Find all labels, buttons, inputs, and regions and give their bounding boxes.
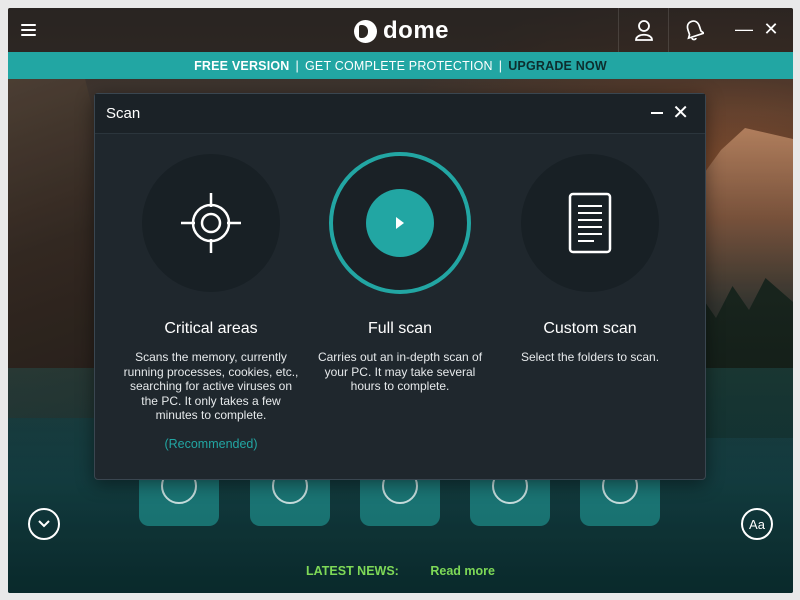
recommended-label: (Recommended) [164,436,258,451]
critical-areas-circle[interactable] [142,154,280,292]
user-button[interactable] [618,8,668,52]
text-size-button[interactable]: Aa [741,508,773,540]
logo-mark-icon [354,19,377,43]
font-size-icon: Aa [749,516,765,532]
window-close-button[interactable]: ✕ [762,19,780,39]
play-icon [396,217,404,229]
promo-separator: | [295,58,299,73]
option-title: Critical areas [164,320,258,337]
option-critical-areas[interactable]: Critical areas Scans the memory, current… [116,154,306,451]
option-full-scan[interactable]: Full scan Carries out an in-depth scan o… [305,152,495,394]
read-more-link[interactable]: Read more [430,564,495,578]
scan-modal: Scan ✕ Critical areas Scans the memory, … [94,93,706,480]
option-description: Carries out an in-depth scan of your PC.… [317,350,483,393]
modal-close-button[interactable]: ✕ [672,102,689,124]
latest-news-bar: LATEST NEWS: Read more [8,564,793,578]
bell-icon [686,20,704,41]
free-version-label: FREE VERSION [194,58,290,73]
modal-minimize-button[interactable] [651,112,663,114]
option-description: Scans the memory, currently running proc… [123,350,299,422]
document-icon [568,192,612,254]
brand-logo: dome [354,17,450,44]
modal-header: Scan ✕ [95,94,705,134]
crosshair-icon [181,193,241,253]
modal-title: Scan [106,105,141,122]
notifications-button[interactable] [668,8,718,52]
latest-news-label: LATEST NEWS: [306,564,399,578]
top-bar: dome — ✕ [8,8,793,52]
brand-name: dome [383,17,450,44]
option-custom-scan[interactable]: Custom scan Select the folders to scan. [495,154,685,365]
promo-banner: FREE VERSION | GET COMPLETE PROTECTION |… [8,52,793,79]
window-minimize-button[interactable]: — [735,19,753,39]
user-icon [634,20,653,41]
chevron-down-icon [38,520,50,528]
upgrade-now-link[interactable]: UPGRADE NOW [508,59,607,73]
scroll-down-button[interactable] [28,508,60,540]
custom-scan-circle[interactable] [521,154,659,292]
get-protection-label: GET COMPLETE PROTECTION [305,58,493,73]
option-title: Full scan [367,320,433,337]
full-scan-circle[interactable] [329,152,471,294]
play-button[interactable] [366,189,434,257]
promo-separator: | [498,58,503,73]
app-window: dome — ✕ FREE VERSION | GET COMPLETE PRO… [8,8,793,593]
option-title: Custom scan [543,320,637,337]
option-description: Select the folders to scan. [520,350,660,364]
hamburger-menu-icon[interactable] [21,24,36,36]
